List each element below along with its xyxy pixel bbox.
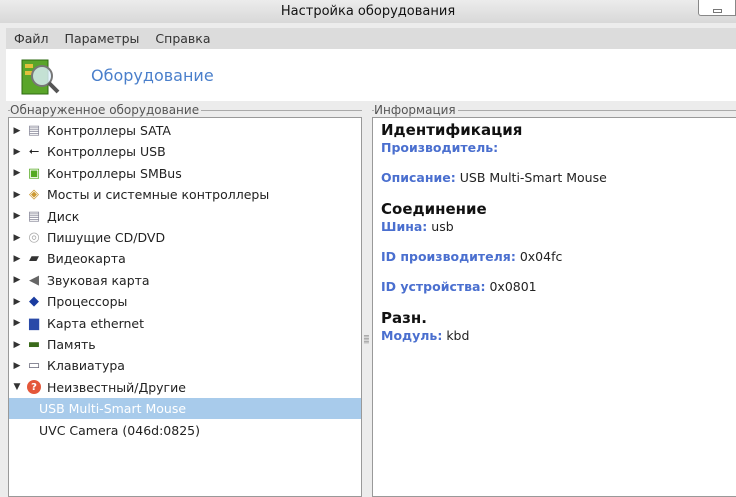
keyboard-icon: ▭	[27, 358, 41, 374]
expander-collapsed-icon[interactable]: ▶	[11, 233, 23, 243]
usb-icon: ⭠	[28, 144, 40, 160]
tree-item-label: Клавиатура	[47, 358, 125, 374]
tree-item[interactable]: ▶ ◈ Мосты и системные контроллеры	[9, 184, 361, 205]
unknown-icon: ?	[27, 380, 41, 395]
page-title: Оборудование	[91, 66, 214, 85]
title-bar: Настройка оборудования	[0, 0, 736, 23]
info-panel: Идентификация Производитель: Описание: U…	[372, 117, 736, 497]
vendor-key: Производитель:	[381, 140, 499, 155]
tree-item[interactable]: ▶ ◀ Звуковая карта	[9, 270, 361, 291]
tree-item-label: UVC Camera (046d:0825)	[39, 422, 200, 438]
tree-item-label: Пишущие CD/DVD	[47, 230, 166, 245]
section-connection: Соединение	[381, 200, 487, 218]
vendor-id-value: 0x04fc	[519, 249, 563, 264]
module-key: Модуль:	[381, 328, 443, 343]
description-key: Описание:	[381, 170, 456, 185]
module-value: kbd	[446, 328, 470, 343]
expander-collapsed-icon[interactable]: ▶	[11, 340, 23, 350]
device-id-key: ID устройства:	[381, 279, 486, 294]
information-label: Информация	[374, 103, 458, 117]
description-value: USB Multi-Smart Mouse	[459, 170, 607, 185]
memory-icon: ▬	[27, 337, 41, 352]
video-card-icon: ▰	[29, 251, 39, 267]
pane-splitter[interactable]: ═ ═ ═	[364, 333, 370, 347]
tree-item[interactable]: ▶ ◎ Пишущие CD/DVD	[9, 227, 361, 248]
maximize-button[interactable]	[698, 0, 736, 16]
tree-item[interactable]: ▶ ▆ Карта ethernet	[9, 313, 361, 334]
tree-item-label: Процессоры	[47, 294, 128, 310]
cd-icon: ◎	[28, 230, 40, 245]
expander-collapsed-icon[interactable]: ▶	[11, 211, 23, 221]
bridge-icon: ◈	[29, 187, 39, 203]
menu-file[interactable]: Файл	[6, 31, 57, 46]
hardware-tree[interactable]: ▶ ▤ Контроллеры SATA ▶ ⭠ Контроллеры USB ▶ ▣ Кон…	[8, 117, 362, 497]
hardware-logo-icon	[21, 59, 60, 95]
tree-item[interactable]: ▶ ▰ Видеокарта	[9, 248, 361, 269]
tree-child-item[interactable]: USB Multi-Smart Mouse	[9, 398, 361, 420]
menu-bar: Файл Параметры Справка	[6, 28, 736, 49]
maximize-icon	[713, 9, 722, 13]
tree-item[interactable]: ▶ ▤ Диск	[9, 206, 361, 227]
tree-item-label: Звуковая карта	[47, 272, 150, 288]
disk-icon: ▤	[27, 208, 41, 224]
expander-collapsed-icon[interactable]: ▶	[11, 126, 23, 136]
tree-item[interactable]: ▶ ⭠ Контроллеры USB	[9, 141, 361, 162]
tree-item-label: USB Multi-Smart Mouse	[39, 401, 187, 417]
tree-item-label: Контроллеры SMBus	[47, 165, 182, 181]
menu-settings[interactable]: Параметры	[57, 31, 148, 46]
tree-item-label: Память	[47, 337, 96, 352]
expander-collapsed-icon[interactable]: ▶	[11, 190, 23, 200]
tree-item[interactable]: ▶ ▤ Контроллеры SATA	[9, 120, 361, 141]
tree-item[interactable]: ▶ ◆ Процессоры	[9, 291, 361, 312]
expander-collapsed-icon[interactable]: ▶	[11, 361, 23, 371]
device-id-value: 0x0801	[489, 279, 537, 294]
tree-item-label: Неизвестный/Другие	[47, 379, 186, 395]
header: Оборудование	[6, 49, 736, 101]
tree-item[interactable]: ▼? Неизвестный/Другие	[9, 377, 361, 398]
tree-item-label: Диск	[47, 208, 80, 224]
cpu-icon: ◆	[29, 294, 39, 310]
bus-key: Шина:	[381, 219, 428, 234]
tree-item[interactable]: ▶ ▭ Клавиатура	[9, 355, 361, 376]
expander-expanded-icon[interactable]: ▼	[11, 382, 23, 392]
tree-item[interactable]: ▶ ▬ Память	[9, 334, 361, 355]
tree-item-label: Контроллеры SATA	[47, 123, 171, 138]
expander-collapsed-icon[interactable]: ▶	[11, 254, 23, 264]
speaker-icon: ◀	[29, 272, 39, 288]
detected-hardware-label: Обнаруженное оборудование	[10, 103, 202, 117]
expander-collapsed-icon[interactable]: ▶	[11, 275, 23, 285]
vendor-id-key: ID производителя:	[381, 249, 516, 264]
section-misc: Разн.	[381, 309, 427, 327]
disk-icon: ▤	[27, 123, 41, 138]
expander-collapsed-icon[interactable]: ▶	[11, 318, 23, 328]
menu-help[interactable]: Справка	[147, 31, 218, 46]
tree-item-label: Мосты и системные контроллеры	[47, 187, 270, 203]
section-identification: Идентификация	[381, 121, 523, 139]
window-title: Настройка оборудования	[280, 4, 456, 19]
tree-item[interactable]: ▶ ▣ Контроллеры SMBus	[9, 163, 361, 184]
tree-item-label: Контроллеры USB	[47, 144, 166, 160]
expander-collapsed-icon[interactable]: ▶	[11, 168, 23, 178]
hardware-search-icon: ▣	[27, 165, 41, 181]
tree-item-label: Карта ethernet	[47, 315, 145, 331]
bus-value: usb	[431, 219, 454, 234]
expander-collapsed-icon[interactable]: ▶	[11, 147, 23, 157]
tree-item-label: Видеокарта	[47, 251, 126, 267]
network-icon: ▆	[29, 315, 39, 331]
expander-collapsed-icon[interactable]: ▶	[11, 297, 23, 307]
tree-child-item[interactable]: UVC Camera (046d:0825)	[9, 420, 361, 441]
